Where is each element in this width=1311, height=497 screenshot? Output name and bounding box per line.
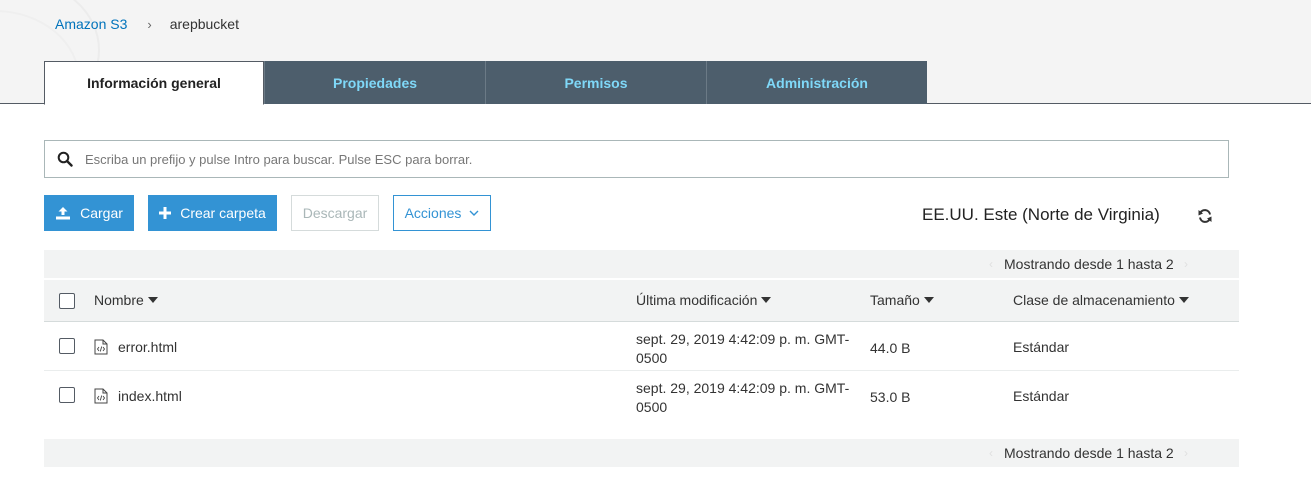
column-header-size[interactable]: Tamaño xyxy=(870,292,934,308)
select-all-checkbox[interactable] xyxy=(59,293,75,309)
sort-caret-icon xyxy=(147,297,158,303)
actions-dropdown[interactable]: Acciones xyxy=(393,195,491,231)
search-icon xyxy=(45,151,85,167)
table-row[interactable]: error.html sept. 29, 2019 4:42:09 p. m. … xyxy=(44,322,1239,371)
download-button[interactable]: Descargar xyxy=(291,195,379,231)
tab-management[interactable]: Administración xyxy=(706,61,927,104)
tab-overview[interactable]: Información general xyxy=(44,61,264,105)
column-header-modified[interactable]: Última modificación xyxy=(636,292,772,308)
search-box xyxy=(44,140,1229,178)
size-cell: 44.0 B xyxy=(870,340,911,356)
storage-class-cell: Estándar xyxy=(1013,339,1070,355)
tab-permissions[interactable]: Permisos xyxy=(485,61,706,104)
upload-button[interactable]: Cargar xyxy=(44,195,134,231)
html-file-icon xyxy=(94,388,108,404)
search-input[interactable] xyxy=(85,151,1205,167)
column-header-storage-class[interactable]: Clase de almacenamiento xyxy=(1013,292,1189,308)
last-modified-cell: sept. 29, 2019 4:42:09 p. m. GMT-0500 xyxy=(636,380,850,415)
chevron-down-icon xyxy=(469,210,479,216)
pagination-bottom: ‹ Mostrando desde 1 hasta 2 › xyxy=(44,439,1239,467)
table-row[interactable]: index.html sept. 29, 2019 4:42:09 p. m. … xyxy=(44,371,1239,420)
table-header: Nombre Última modificación Tamaño Clase … xyxy=(44,280,1239,322)
html-file-icon xyxy=(94,339,108,355)
row-checkbox[interactable] xyxy=(59,338,75,354)
breadcrumb-root-link[interactable]: Amazon S3 xyxy=(55,16,127,32)
storage-class-cell: Estándar xyxy=(1013,388,1070,404)
column-header-label: Tamaño xyxy=(870,292,920,308)
chevron-left-icon[interactable]: ‹ xyxy=(989,257,993,271)
chevron-right-icon[interactable]: › xyxy=(1184,446,1188,460)
file-name-cell[interactable]: index.html xyxy=(94,388,182,404)
breadcrumb-current: arepbucket xyxy=(169,16,239,32)
chevron-right-icon[interactable]: › xyxy=(1184,257,1188,271)
tab-properties[interactable]: Propiedades xyxy=(264,61,485,104)
pagination-text: Mostrando desde 1 hasta 2 xyxy=(1004,256,1174,272)
create-folder-button-label: Crear carpeta xyxy=(180,205,266,221)
tab-bar: Información general Propiedades Permisos… xyxy=(44,61,927,105)
column-header-label: Última modificación xyxy=(636,292,758,308)
region-label: EE.UU. Este (Norte de Virginia) xyxy=(922,205,1160,224)
column-header-label: Nombre xyxy=(94,292,144,308)
pagination-top: ‹ Mostrando desde 1 hasta 2 › xyxy=(44,250,1239,278)
breadcrumb-separator: › xyxy=(147,16,152,32)
upload-icon xyxy=(55,206,71,220)
file-name-cell[interactable]: error.html xyxy=(94,339,177,355)
actions-dropdown-label: Acciones xyxy=(404,205,462,221)
file-name[interactable]: error.html xyxy=(118,339,177,355)
plus-icon xyxy=(159,207,172,219)
create-folder-button[interactable]: Crear carpeta xyxy=(148,195,277,231)
upload-button-label: Cargar xyxy=(80,205,123,221)
column-header-label: Clase de almacenamiento xyxy=(1013,292,1175,308)
sort-caret-icon xyxy=(761,297,772,303)
breadcrumb: Amazon S3 › arepbucket xyxy=(55,16,239,32)
chevron-left-icon[interactable]: ‹ xyxy=(989,446,993,460)
row-checkbox[interactable] xyxy=(59,387,75,403)
refresh-icon[interactable] xyxy=(1197,208,1213,227)
size-cell: 53.0 B xyxy=(870,389,911,405)
last-modified-cell: sept. 29, 2019 4:42:09 p. m. GMT-0500 xyxy=(636,331,850,366)
sort-caret-icon xyxy=(923,297,934,303)
file-name[interactable]: index.html xyxy=(118,388,182,404)
pagination-text: Mostrando desde 1 hasta 2 xyxy=(1004,445,1174,461)
column-header-name[interactable]: Nombre xyxy=(94,292,158,308)
sort-caret-icon xyxy=(1178,297,1189,303)
